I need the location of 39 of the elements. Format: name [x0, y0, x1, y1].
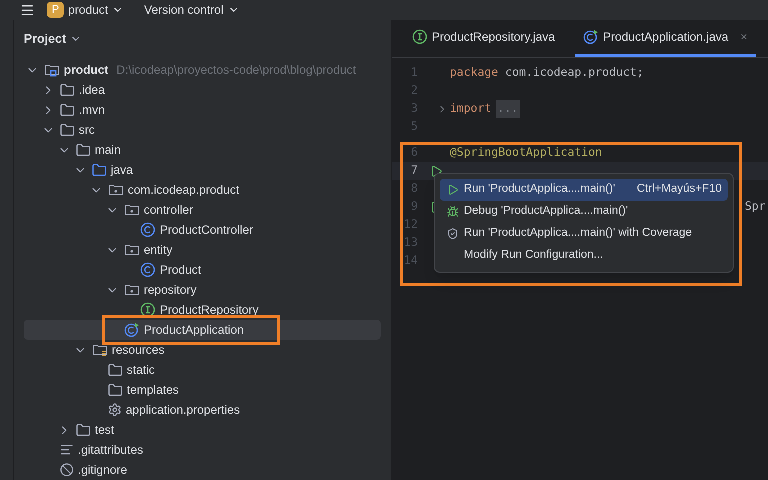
tree-item[interactable]: com.icodeap.product — [24, 180, 381, 200]
tree-item[interactable]: .mvn — [24, 100, 381, 120]
tree-item[interactable]: ProductApplication — [24, 320, 381, 340]
menu-item[interactable]: Modify Run Configuration... — [440, 245, 728, 267]
close-tab-button[interactable]: × — [740, 28, 748, 46]
shortcut-label: Ctrl+Mayús+F10 — [636, 182, 722, 198]
tree-item[interactable]: main — [24, 140, 381, 160]
code-line: @SpringBootApplication — [450, 144, 602, 162]
menu-item[interactable]: Debug 'ProductApplica....main()' — [440, 201, 728, 223]
tree-item[interactable]: repository — [24, 280, 381, 300]
code-line: import — [450, 100, 492, 118]
tree-item[interactable]: ProductRepository — [24, 300, 381, 320]
line-number: 7 — [410, 162, 419, 180]
code-fragment: Spr — [745, 198, 766, 216]
project-badge: P — [47, 2, 64, 18]
tree-item[interactable]: controller — [24, 200, 381, 220]
tree-item[interactable]: templates — [24, 380, 381, 400]
editor-tab[interactable]: ProductApplication.java × — [575, 20, 756, 57]
project-name[interactable]: product — [68, 2, 108, 18]
tree-item[interactable]: ProductController — [24, 220, 381, 240]
panel-title[interactable]: Project — [24, 30, 66, 48]
editor-tab[interactable]: ProductRepository.java — [404, 20, 564, 57]
menu-item[interactable]: Run 'ProductApplica....main()' with Coverage — [440, 223, 728, 245]
tree-item[interactable]: src — [24, 120, 381, 140]
tree-item[interactable]: .gitignore — [24, 460, 381, 480]
tree-item[interactable]: static — [24, 360, 381, 380]
tree-item[interactable]: .idea — [24, 80, 381, 100]
tree-item[interactable]: test — [24, 420, 381, 440]
version-control-menu[interactable]: Version control — [144, 2, 224, 18]
tree-item[interactable]: entity — [24, 240, 381, 260]
tree-item[interactable]: java — [24, 160, 381, 180]
module-path: D:\icodeap\proyectos-code\prod\blog\product — [116, 62, 356, 79]
tree-item[interactable]: .gitattributes — [24, 440, 381, 460]
tree-item[interactable]: Product — [24, 260, 381, 280]
code-line: package com.icodeap.product; — [450, 64, 644, 82]
tree-item[interactable]: product D:\icodeap\proyectos-code\prod\blog\product — [24, 60, 381, 80]
menu-item[interactable]: Run 'ProductApplica....main()' Ctrl+Mayús+F10 — [440, 179, 728, 201]
tree-item[interactable]: application.properties — [24, 400, 381, 420]
tree-item[interactable]: resources — [24, 340, 381, 360]
